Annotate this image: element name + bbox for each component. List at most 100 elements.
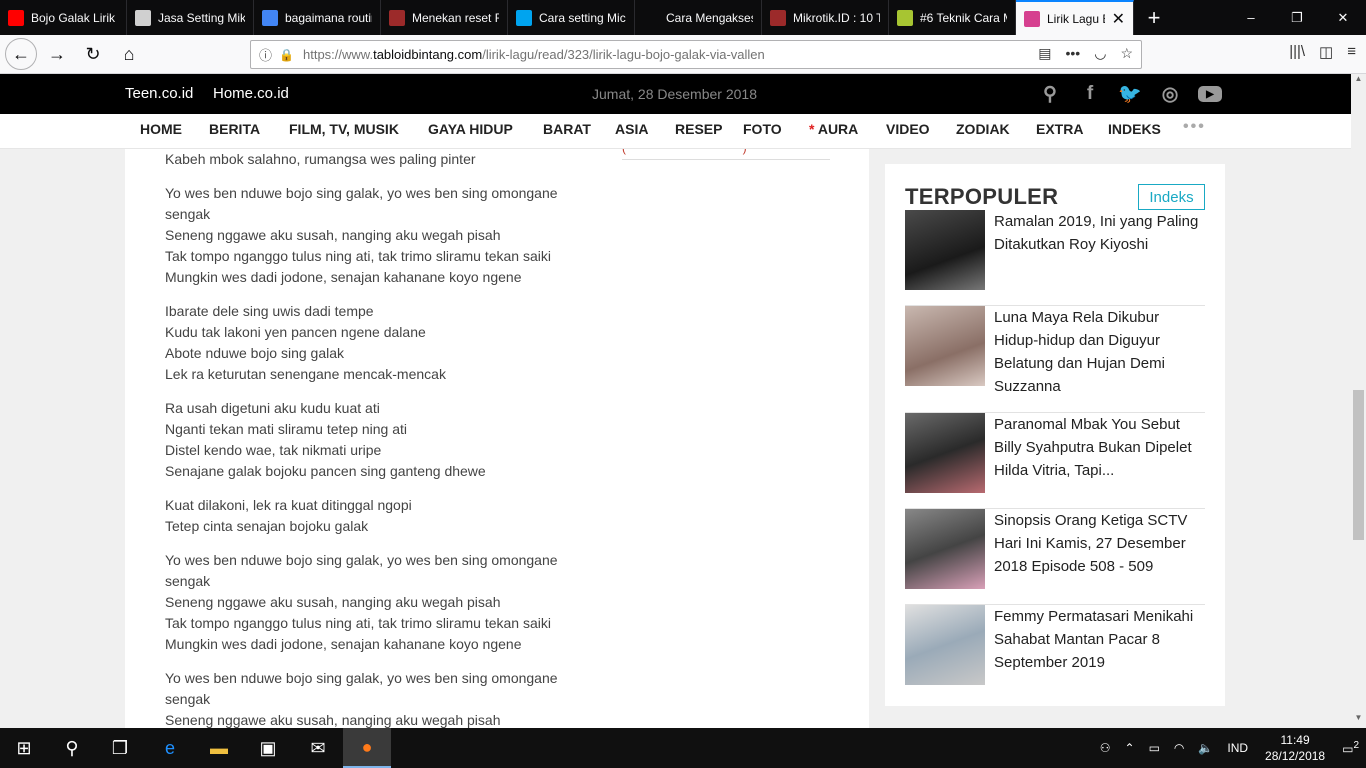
tab-strip: Bojo Galak Lirik Jasa Setting Mikrotik bag… — [0, 0, 1366, 35]
mail-button[interactable]: ✉ — [294, 728, 342, 768]
popular-item-title[interactable]: Ramalan 2019, Ini yang Paling Ditakutkan… — [994, 210, 1204, 256]
tab-title: bagaimana routing — [285, 10, 372, 25]
people-icon[interactable]: ⚇ — [1100, 741, 1111, 755]
popular-item-title[interactable]: Luna Maya Rela Dikubur Hidup-hidup dan D… — [994, 306, 1204, 398]
menu-icon[interactable]: ≡ — [1347, 43, 1356, 61]
file-explorer-button[interactable]: ▬ — [195, 728, 243, 768]
menu-item-film-tv-musik[interactable]: FILM, TV, MUSIK — [289, 121, 399, 137]
search-icon[interactable]: ⚲ — [1038, 82, 1062, 106]
url-bar[interactable]: ⓘ 🔒 https://www.tabloidbintang.com/lirik… — [250, 40, 1142, 69]
lyrics-stanza: Yo wes ben nduwe bojo sing galak, yo wes… — [165, 183, 585, 288]
wifi-icon[interactable]: ◠ — [1174, 741, 1184, 755]
menu-item-asia[interactable]: ASIA — [615, 121, 648, 137]
article-thumbnail[interactable] — [905, 413, 985, 493]
close-window-button[interactable]: ✕ — [1320, 0, 1366, 35]
twitter-icon[interactable]: 🐦 — [1118, 82, 1142, 106]
pocket-icon[interactable]: ◡ — [1094, 45, 1106, 62]
youtube-icon[interactable]: ▶ — [1198, 86, 1222, 102]
menu-item-indeks[interactable]: INDEKS — [1108, 121, 1161, 137]
menu-item-resep[interactable]: RESEP — [675, 121, 722, 137]
menu-item-barat[interactable]: BARAT — [543, 121, 591, 137]
minimize-button[interactable]: – — [1228, 0, 1274, 35]
menu-label: GAYA HIDUP — [428, 121, 513, 137]
article-thumbnail[interactable] — [905, 509, 985, 589]
star-icon: * — [809, 121, 818, 137]
search-icon: ⚲ — [65, 737, 79, 758]
home-button[interactable]: ⌂ — [113, 38, 145, 70]
teen-link[interactable]: Teen.co.id — [125, 85, 193, 102]
language-indicator[interactable]: IND — [1227, 741, 1248, 755]
browser-tab[interactable]: #6 Teknik Cara M — [889, 0, 1016, 35]
browser-tab[interactable]: Mikrotik.ID : 10 T — [762, 0, 889, 35]
menu-item-gaya-hidup[interactable]: GAYA HIDUP — [428, 121, 513, 137]
task-view-button[interactable]: ❐ — [96, 728, 144, 768]
menu-item-zodiak[interactable]: ZODIAK — [956, 121, 1010, 137]
article-thumbnail[interactable] — [905, 306, 985, 386]
clock[interactable]: 11:49 28/12/2018 — [1265, 732, 1325, 764]
menu-item-berita[interactable]: BERITA — [209, 121, 260, 137]
reader-view-icon[interactable]: ▤ — [1038, 45, 1051, 62]
firefox-button[interactable]: ● — [343, 728, 391, 768]
notifications-icon[interactable]: ▭2 — [1342, 740, 1359, 756]
menu-item-extra[interactable]: EXTRA — [1036, 121, 1083, 137]
info-icon[interactable]: ⓘ — [259, 45, 279, 64]
page-actions-icon[interactable]: ••• — [1066, 45, 1081, 62]
browser-tab[interactable]: bagaimana routing — [254, 0, 381, 35]
menu-item-foto[interactable]: FOTO — [743, 121, 782, 137]
facebook-icon[interactable]: f — [1078, 82, 1102, 106]
battery-icon[interactable]: ▭ — [1149, 741, 1160, 755]
lyrics-stanza: Ra usah digetuni aku kudu kuat ati Nganti… — [165, 398, 585, 482]
popular-item-title[interactable]: Femmy Permatasari Menikahi Sahabat Manta… — [994, 605, 1204, 674]
browser-tab[interactable]: Jasa Setting Mikrotik — [127, 0, 254, 35]
instagram-icon[interactable]: ◎ — [1158, 82, 1182, 106]
browser-tab[interactable]: Cara Mengakses Mik — [635, 0, 762, 35]
menu-item-home[interactable]: HOME — [140, 121, 182, 137]
browser-tab[interactable]: Menekan reset R — [381, 0, 508, 35]
menu-item-aura[interactable]: * AURA — [809, 121, 858, 137]
lyrics-stanza: Yo wes ben nduwe bojo sing galak, yo wes… — [165, 668, 585, 728]
forward-button[interactable]: → — [41, 38, 73, 70]
scroll-down-icon[interactable]: ▼ — [1351, 713, 1366, 728]
volume-icon[interactable]: 🔈 — [1198, 741, 1213, 755]
divider-line — [905, 305, 1205, 306]
url-text[interactable]: https://www.tabloidbintang.com/lirik-lag… — [303, 47, 765, 62]
lyrics-stanza: Kuat dilakoni, lek ra kuat ditinggal ngo… — [165, 495, 585, 537]
lyrics-line: Yo wes ben nduwe bojo sing galak, yo wes… — [165, 670, 558, 707]
reload-button[interactable]: ↻ — [77, 38, 109, 70]
store-button[interactable]: ▣ — [244, 728, 292, 768]
popular-item-title[interactable]: Paranomal Mbak You Sebut Billy Syahputra… — [994, 413, 1204, 482]
browser-tab[interactable]: Bojo Galak Lirik — [0, 0, 127, 35]
indeks-button[interactable]: Indeks — [1138, 184, 1205, 210]
menu-item-video[interactable]: VIDEO — [886, 121, 930, 137]
home-link[interactable]: Home.co.id — [213, 85, 289, 102]
lock-icon[interactable]: 🔒 — [279, 48, 295, 62]
more-menu-icon[interactable]: ••• — [1183, 118, 1206, 136]
tab-title: Cara setting Mic — [539, 10, 626, 25]
library-icon[interactable]: |||\ — [1289, 43, 1305, 61]
back-button[interactable]: ← — [5, 38, 37, 70]
tab-title: Lirik Lagu Bojo — [1047, 11, 1105, 26]
scrollbar-thumb[interactable] — [1353, 390, 1364, 540]
scroll-up-icon[interactable]: ▲ — [1351, 74, 1366, 89]
new-tab-button[interactable]: + — [1134, 0, 1174, 35]
close-tab-icon[interactable]: ✕ — [1112, 9, 1125, 29]
article-thumbnail[interactable] — [905, 605, 985, 685]
popular-item-title[interactable]: Sinopsis Orang Ketiga SCTV Hari Ini Kami… — [994, 509, 1204, 578]
maximize-button[interactable]: ❐ — [1274, 0, 1320, 35]
edge-button[interactable]: e — [146, 728, 194, 768]
browser-tab[interactable]: Lirik Lagu Bojo ✕ — [1016, 0, 1134, 35]
window-controls: – ❐ ✕ — [1228, 0, 1366, 35]
menu-label: BERITA — [209, 121, 261, 137]
bookmark-star-icon[interactable]: ☆ — [1120, 45, 1133, 62]
page-scrollbar[interactable]: ▲ ▼ — [1351, 74, 1366, 728]
tab-title: Menekan reset R — [412, 10, 499, 25]
browser-tab[interactable]: Cara setting Mic — [508, 0, 635, 35]
start-button[interactable]: ⊞ — [0, 728, 48, 768]
lyrics-line: Seneng nggawe aku susah, nanging aku weg… — [165, 712, 501, 728]
menu-label: ASIA — [615, 121, 649, 137]
show-hidden-icons-icon[interactable]: ⌃ — [1125, 741, 1135, 755]
article-thumbnail[interactable] — [905, 210, 985, 290]
forward-arrow-icon: → — [48, 43, 66, 64]
search-button[interactable]: ⚲ — [48, 728, 96, 768]
sidebar-icon[interactable]: ◫ — [1319, 43, 1333, 61]
